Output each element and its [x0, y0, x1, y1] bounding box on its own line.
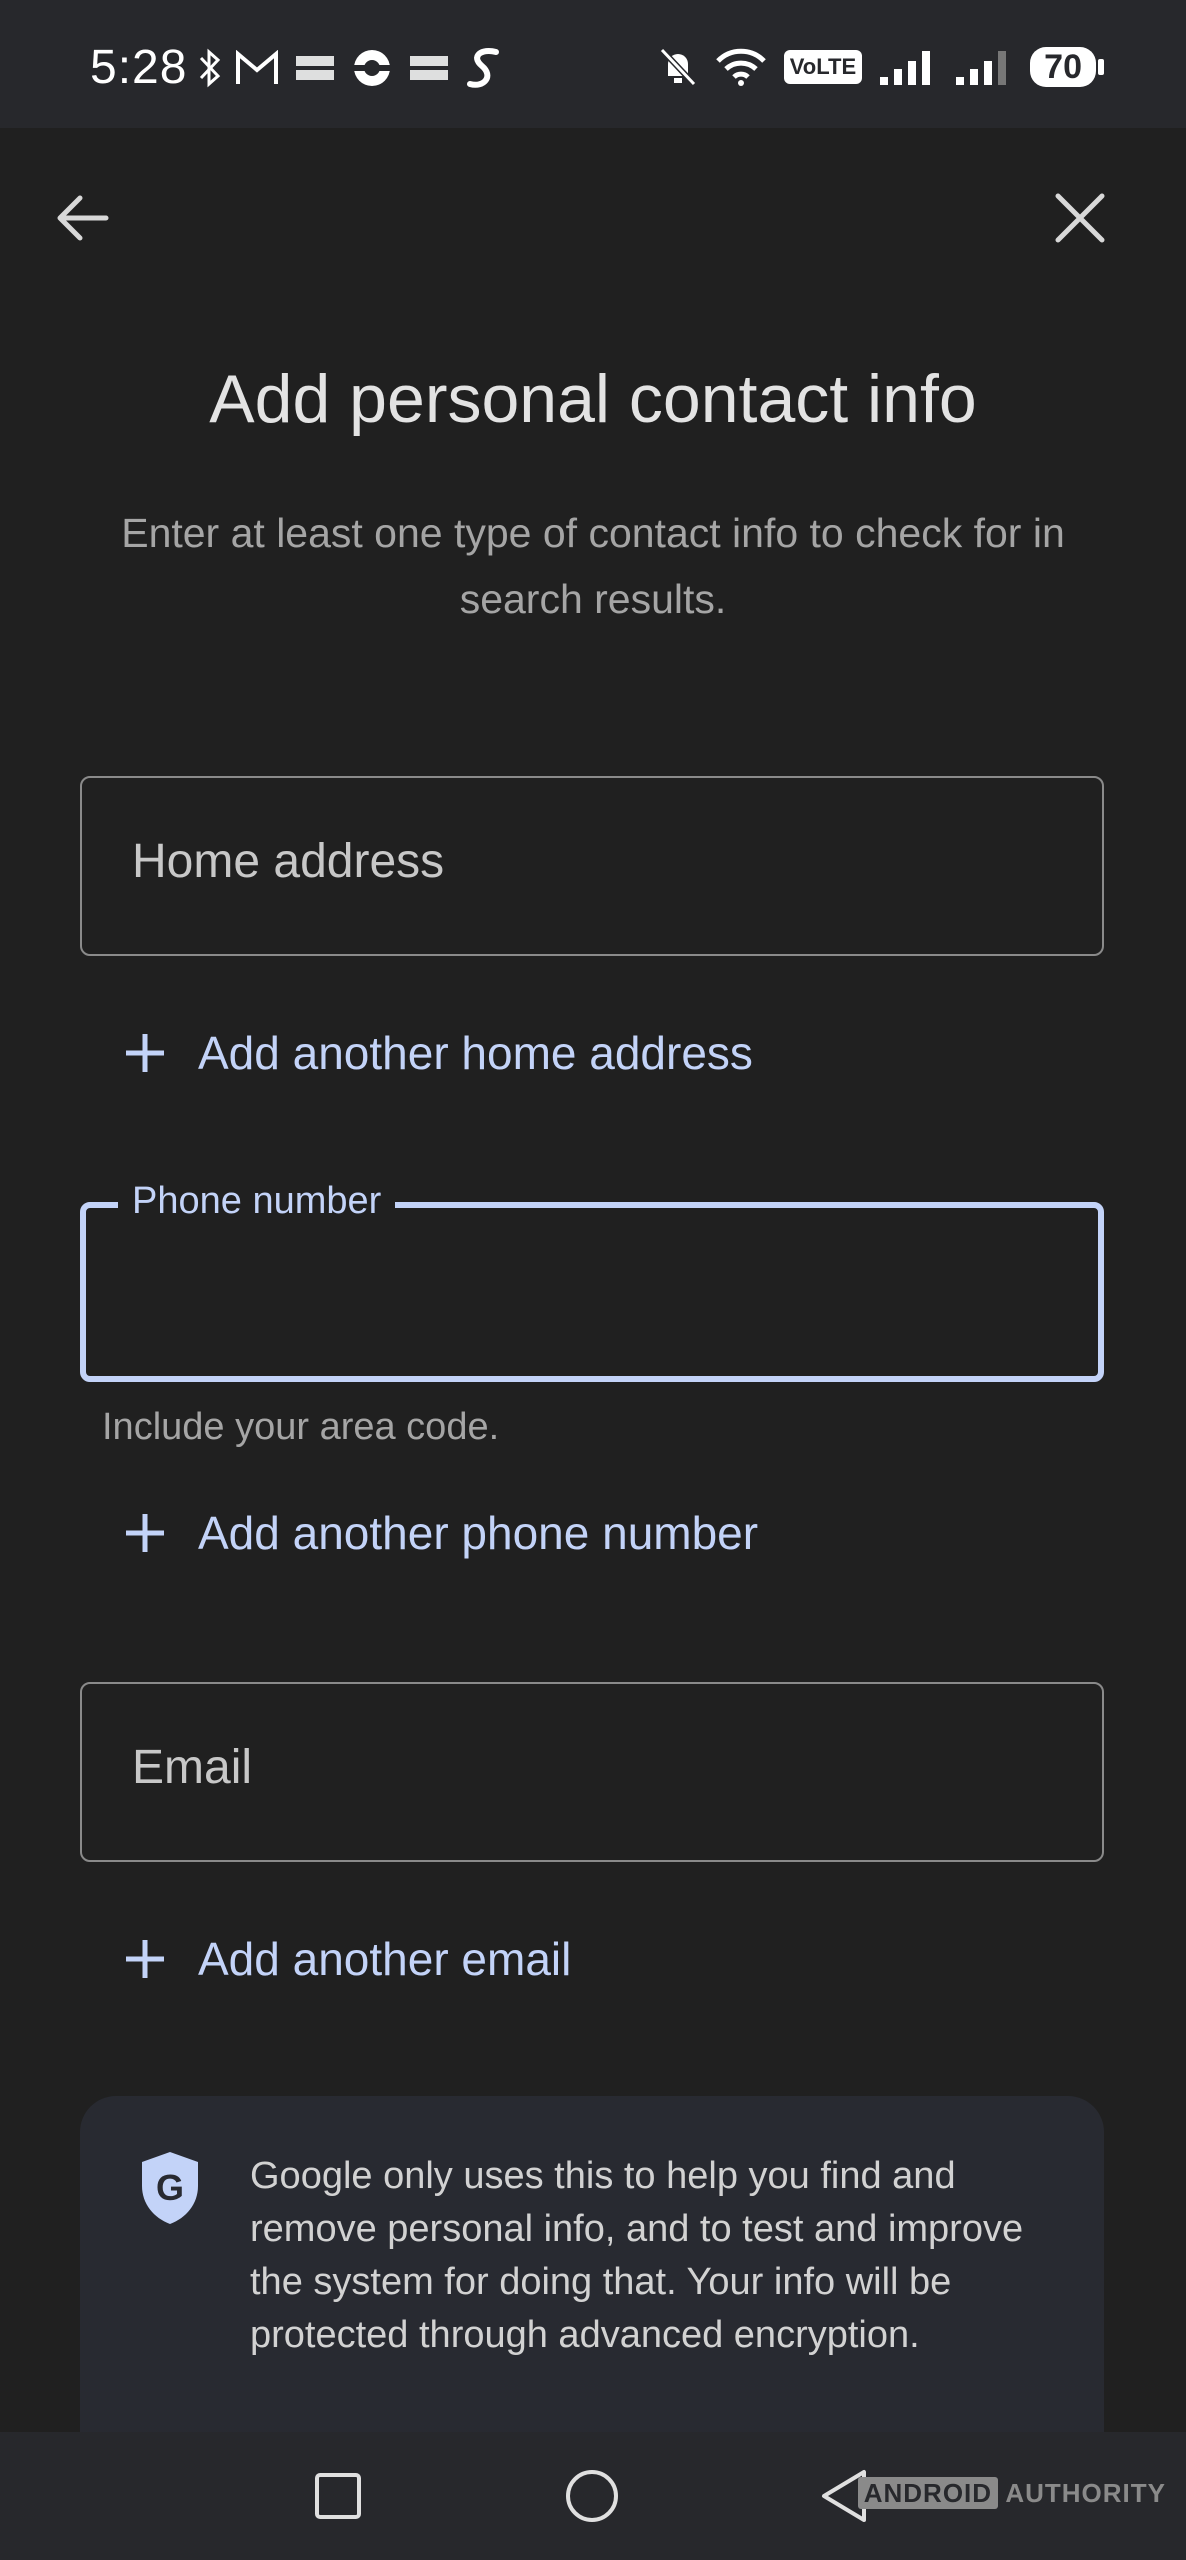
- home-circle-icon: [566, 2470, 618, 2522]
- privacy-info-card: G Google only uses this to help you find…: [80, 2096, 1104, 2476]
- battery-indicator: 70: [1030, 47, 1104, 87]
- home-button[interactable]: [562, 2466, 622, 2526]
- gmail-icon: [234, 50, 280, 86]
- home-address-field[interactable]: Home address: [80, 776, 1104, 956]
- volte-badge: VoLTE: [783, 50, 863, 84]
- close-icon: [1055, 193, 1105, 243]
- signal-icon: [878, 47, 938, 87]
- phone-number-label: Phone number: [118, 1180, 396, 1223]
- wifi-icon: [714, 47, 768, 87]
- add-email-button[interactable]: Add another email: [120, 1932, 571, 1986]
- android-authority-watermark: ANDROID AUTHORITY: [857, 2477, 1166, 2509]
- status-time: 5:28: [90, 41, 188, 94]
- back-button[interactable]: [46, 182, 118, 254]
- privacy-info-text: Google only uses this to help you find a…: [250, 2155, 1024, 2356]
- watermark-text: AUTHORITY: [1005, 2478, 1166, 2508]
- add-phone-number-label: Add another phone number: [198, 1507, 759, 1559]
- email-field[interactable]: Email: [80, 1682, 1104, 1862]
- status-left-icons: [198, 46, 504, 90]
- recents-button[interactable]: [308, 2466, 368, 2526]
- add-home-address-button[interactable]: Add another home address: [120, 1026, 753, 1080]
- phone-number-field[interactable]: Phone number: [80, 1180, 1104, 1382]
- plus-icon: [120, 1934, 170, 1984]
- svg-text:G: G: [156, 2167, 184, 2208]
- plus-icon: [120, 1508, 170, 1558]
- close-button[interactable]: [1044, 182, 1116, 254]
- add-phone-number-button[interactable]: Add another phone number: [120, 1506, 758, 1560]
- bluetooth-icon: [198, 48, 222, 88]
- watermark-boxed-text: ANDROID: [857, 2477, 999, 2509]
- google-shield-icon: G: [138, 2150, 202, 2231]
- temu-icon: [292, 50, 338, 86]
- phone-helper-text: Include your area code.: [102, 1406, 500, 1448]
- page-title: Add personal contact info: [209, 361, 977, 437]
- page-subtitle: Enter at least one type of contact info …: [121, 510, 1065, 622]
- email-placeholder: Email: [132, 1741, 253, 1794]
- add-email-label: Add another email: [198, 1933, 572, 1985]
- temu-icon: [406, 50, 452, 86]
- arrow-back-icon: [57, 195, 109, 241]
- recents-square-icon: [315, 2473, 361, 2519]
- ring-app-icon: [350, 46, 394, 90]
- plus-icon: [120, 1028, 170, 1078]
- add-home-address-label: Add another home address: [198, 1027, 753, 1079]
- mute-bell-icon: [658, 46, 698, 88]
- status-bar: 5:28 VoLTE 70: [0, 0, 1186, 128]
- status-right-icons: VoLTE 70: [658, 46, 1104, 88]
- home-address-placeholder: Home address: [132, 835, 445, 888]
- shazam-s-icon: [464, 46, 504, 90]
- signal-icon: [954, 47, 1014, 87]
